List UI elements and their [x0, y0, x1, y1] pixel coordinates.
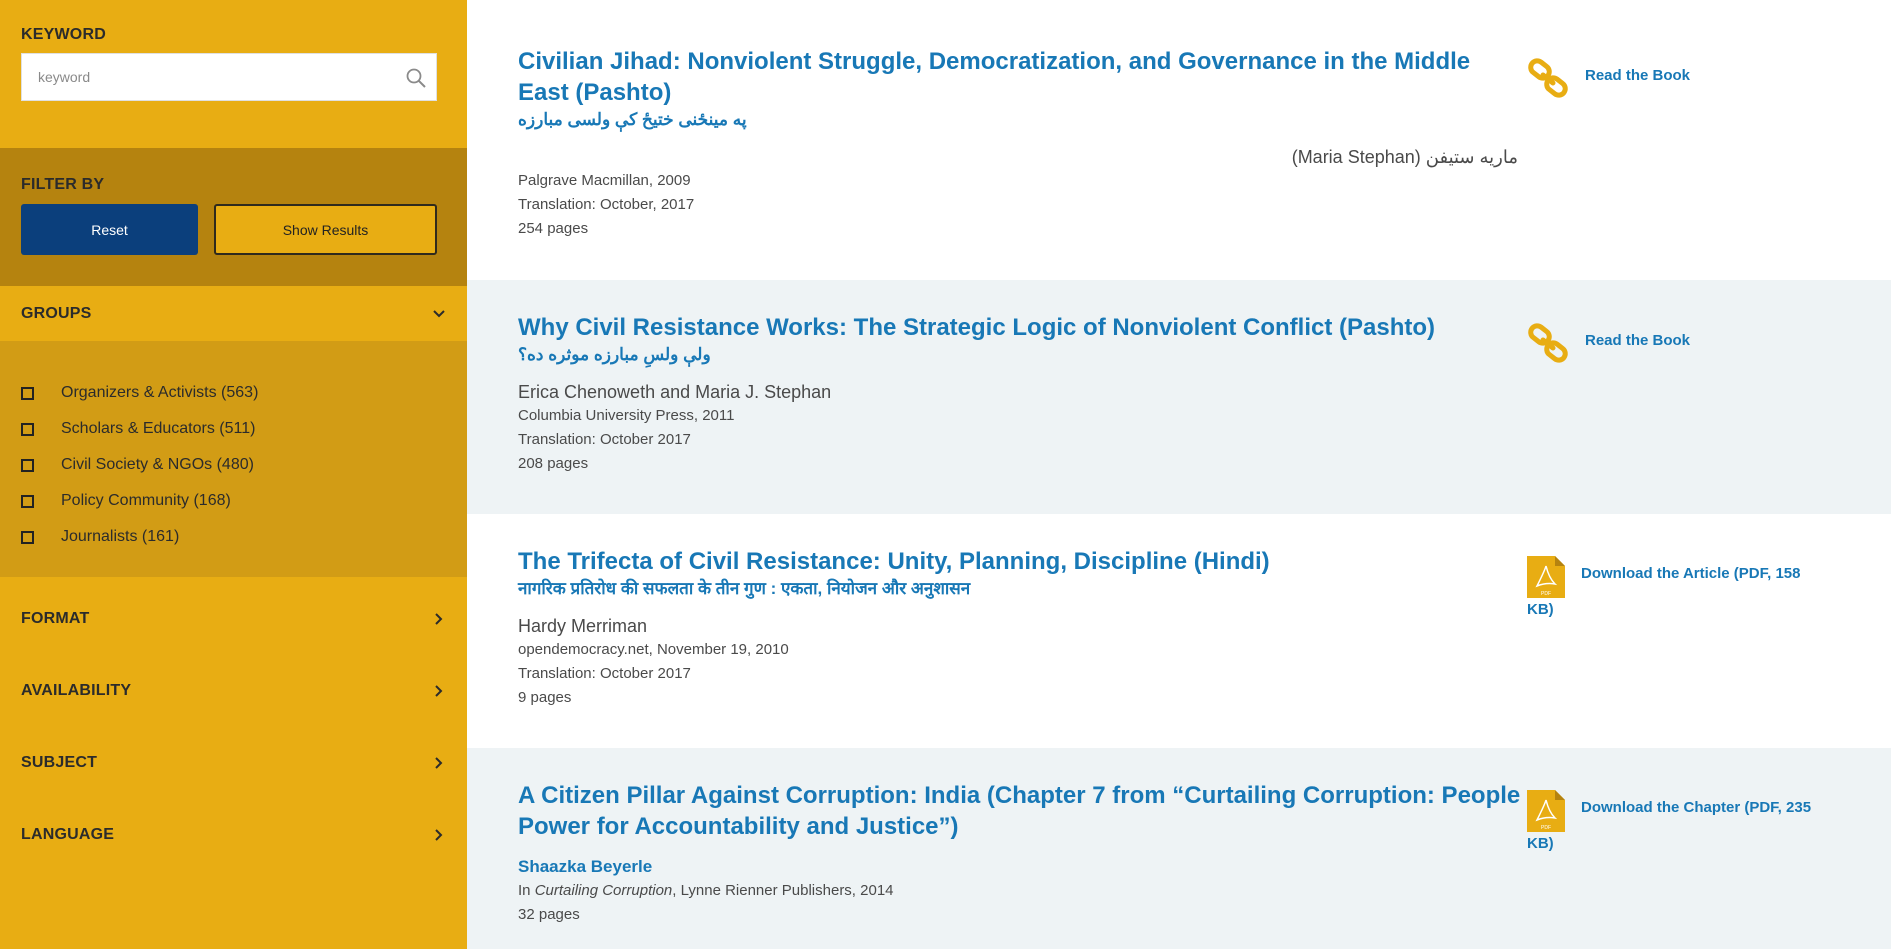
chevron-down-icon [432, 307, 446, 321]
read-book-link[interactable]: Read the Book [1527, 323, 1857, 365]
result-publisher: Columbia University Press, 2011 [518, 407, 735, 424]
checkbox[interactable] [21, 386, 34, 400]
availability-toggle[interactable]: AVAILABILITY [0, 655, 467, 727]
group-option-policy[interactable]: Policy Community (168) [21, 483, 446, 519]
language-toggle[interactable]: LANGUAGE [0, 799, 467, 871]
keyword-input[interactable] [22, 54, 436, 100]
chevron-right-icon [432, 612, 446, 626]
group-label: Organizers & Activists (563) [61, 384, 259, 401]
result-author: ماریه ستیفن (Maria Stephan) [1291, 147, 1518, 167]
result-page-count: 32 pages [518, 906, 580, 923]
filter-sidebar: KEYWORD FILTER BY Reset Show Results GRO… [0, 0, 467, 949]
result-subtitle[interactable]: په مینځنی ختیځ کې ولسی مبارزه [518, 108, 1518, 132]
filter-section: FILTER BY Reset Show Results [0, 148, 467, 286]
download-chapter-link[interactable]: PDF Download the Chapter (PDF, 235 KB) [1527, 790, 1857, 861]
checkbox[interactable] [21, 422, 34, 436]
result-page-count: 254 pages [518, 220, 589, 237]
group-label: Scholars & Educators (511) [61, 420, 256, 437]
link-icon [1527, 58, 1569, 100]
format-label: FORMAT [21, 610, 90, 627]
result-publisher: Palgrave Macmillan, 2009 [518, 172, 691, 189]
keyword-section: KEYWORD [0, 0, 467, 148]
chevron-right-icon [432, 684, 446, 698]
search-icon[interactable] [400, 62, 432, 94]
result-title[interactable]: Civilian Jihad: Nonviolent Struggle, Dem… [518, 46, 1518, 108]
result-item: Why Civil Resistance Works: The Strategi… [467, 280, 1891, 514]
result-author-link[interactable]: Shaazka Beyerle [518, 855, 1578, 879]
group-option-civil-society[interactable]: Civil Society & NGOs (480) [21, 447, 446, 483]
read-book-label: Read the Book [1585, 332, 1691, 349]
result-item: Civilian Jihad: Nonviolent Struggle, Dem… [467, 0, 1891, 280]
results-list: Civilian Jihad: Nonviolent Struggle, Dem… [467, 0, 1891, 949]
download-article-link[interactable]: PDF Download the Article (PDF, 158 KB) [1527, 556, 1857, 627]
download-label-wrap: KB) [1527, 601, 1554, 618]
keyword-label: KEYWORD [21, 26, 106, 43]
result-subtitle[interactable]: नागरिक प्रतिरोध की सफलता के तीन गुण : एक… [518, 577, 1518, 601]
result-item: A Citizen Pillar Against Corruption: Ind… [467, 748, 1891, 949]
format-toggle[interactable]: FORMAT [0, 583, 467, 655]
result-translation-date: Translation: October, 2017 [518, 196, 695, 213]
result-item: The Trifecta of Civil Resistance: Unity,… [467, 514, 1891, 748]
subject-label: SUBJECT [21, 754, 98, 771]
group-label: Civil Society & NGOs (480) [61, 456, 254, 473]
result-subtitle[interactable]: ولې ولسِ مبارزه موثره ده؟ [518, 343, 1518, 367]
result-translation-date: Translation: October 2017 [518, 665, 691, 682]
result-page-count: 208 pages [518, 455, 589, 472]
group-label: Journalists (161) [61, 528, 180, 545]
group-label: Policy Community (168) [61, 492, 231, 509]
result-author: Erica Chenoweth and Maria J. Stephan [518, 382, 832, 402]
availability-label: AVAILABILITY [21, 682, 132, 699]
link-icon [1527, 323, 1569, 365]
result-title[interactable]: The Trifecta of Civil Resistance: Unity,… [518, 546, 1518, 577]
language-label: LANGUAGE [21, 826, 115, 843]
checkbox[interactable] [21, 530, 34, 544]
read-book-link[interactable]: Read the Book [1527, 58, 1857, 100]
search-box [21, 53, 437, 101]
groups-toggle[interactable]: GROUPS [0, 286, 467, 341]
download-label: Download the Article (PDF, 158 [1581, 565, 1801, 582]
checkbox[interactable] [21, 494, 34, 508]
result-title[interactable]: A Citizen Pillar Against Corruption: Ind… [518, 780, 1578, 842]
groups-list: Organizers & Activists (563) Scholars & … [0, 341, 467, 577]
group-option-journalists[interactable]: Journalists (161) [21, 519, 446, 555]
groups-label: GROUPS [21, 304, 92, 322]
reset-button[interactable]: Reset [21, 204, 198, 255]
show-results-button[interactable]: Show Results [214, 204, 437, 255]
result-author: Hardy Merriman [518, 616, 648, 636]
download-label-wrap: KB) [1527, 835, 1554, 852]
download-label: Download the Chapter (PDF, 235 [1581, 799, 1812, 816]
result-title[interactable]: Why Civil Resistance Works: The Strategi… [518, 312, 1518, 343]
result-publisher: opendemocracy.net, November 19, 2010 [518, 641, 789, 658]
chevron-right-icon [432, 756, 446, 770]
read-book-label: Read the Book [1585, 67, 1691, 84]
checkbox[interactable] [21, 458, 34, 472]
result-publisher: In Curtailing Corruption, Lynne Rienner … [518, 882, 894, 899]
group-option-organizers[interactable]: Organizers & Activists (563) [21, 375, 446, 411]
subject-toggle[interactable]: SUBJECT [0, 727, 467, 799]
result-page-count: 9 pages [518, 689, 572, 706]
chevron-right-icon [432, 828, 446, 842]
result-translation-date: Translation: October 2017 [518, 431, 691, 448]
group-option-scholars[interactable]: Scholars & Educators (511) [21, 411, 446, 447]
filter-label: FILTER BY [21, 176, 105, 193]
